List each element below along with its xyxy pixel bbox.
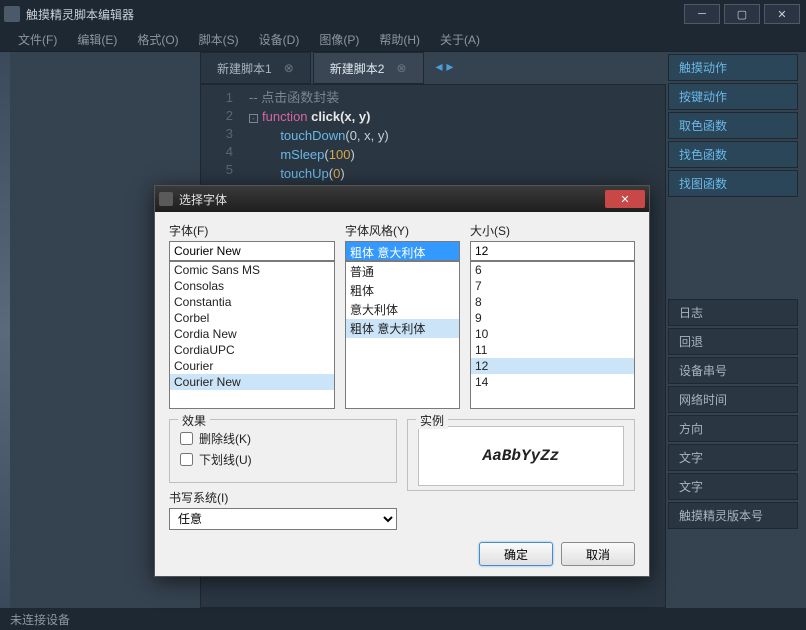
cancel-button[interactable]: 取消 [561,542,635,566]
titlebar: 触摸精灵脚本编辑器 ─ ▢ ✕ [0,0,806,28]
tab-script-2[interactable]: 新建脚本2 ⊗ [313,52,424,84]
ok-button[interactable]: 确定 [479,542,553,566]
tab-close-icon[interactable]: ⊗ [396,61,406,75]
dialog-icon [159,192,173,206]
sample-title: 实例 [416,412,448,429]
sample-preview: AaBbYyZz [418,426,624,486]
maximize-button[interactable]: ▢ [724,4,760,24]
menu-device[interactable]: 设备(D) [249,29,310,50]
minimize-button[interactable]: ─ [684,4,720,24]
tab-nav-arrows[interactable]: ◂ ▸ [426,52,464,84]
dialog-close-button[interactable]: ✕ [605,190,645,208]
side-panel: 触摸动作 按键动作 取色函数 找色函数 找图函数 日志 回退 设备串号 网络时间… [668,54,798,531]
font-option[interactable]: CordiaUPC [170,342,334,358]
font-dialog: 选择字体 ✕ 字体(F) Comic Sans MS Consolas Cons… [154,185,650,577]
size-option[interactable]: 12 [471,358,634,374]
writing-label: 书写系统(I) [169,489,397,506]
menu-help[interactable]: 帮助(H) [369,29,430,50]
size-list[interactable]: 6 7 8 9 10 11 12 14 [470,261,635,409]
side-btn-findcolor[interactable]: 找色函数 [668,141,798,168]
dialog-body: 字体(F) Comic Sans MS Consolas Constantia … [155,212,649,576]
size-label: 大小(S) [470,222,635,239]
size-option[interactable]: 10 [471,326,634,342]
app-icon [4,6,20,22]
writing-system-select[interactable]: 任意 [169,508,397,530]
font-option[interactable]: Corbel [170,310,334,326]
font-option[interactable]: Cordia New [170,326,334,342]
style-list[interactable]: 普通 粗体 意大利体 粗体 意大利体 [345,261,460,409]
side-item-nettime[interactable]: 网络时间 [668,386,798,413]
style-option[interactable]: 粗体 意大利体 [346,319,459,338]
underline-checkbox[interactable]: 下划线(U) [180,451,386,468]
font-option[interactable]: Constantia [170,294,334,310]
tab-close-icon[interactable]: ⊗ [284,61,294,75]
dialog-title: 选择字体 [179,191,227,208]
style-label: 字体风格(Y) [345,222,460,239]
font-list[interactable]: Comic Sans MS Consolas Constantia Corbel… [169,261,335,409]
sample-group: 实例 AaBbYyZz [407,419,635,491]
effects-title: 效果 [178,412,210,429]
tab-label: 新建脚本1 [217,60,272,77]
size-option[interactable]: 6 [471,262,634,278]
strikeout-checkbox[interactable]: 删除线(K) [180,430,386,447]
style-option[interactable]: 粗体 [346,281,459,300]
size-option[interactable]: 7 [471,278,634,294]
size-option[interactable]: 14 [471,374,634,390]
size-option[interactable]: 9 [471,310,634,326]
window-title: 触摸精灵脚本编辑器 [26,6,134,23]
side-btn-findimage[interactable]: 找图函数 [668,170,798,197]
menu-image[interactable]: 图像(P) [309,29,369,50]
menu-about[interactable]: 关于(A) [430,29,490,50]
dialog-titlebar: 选择字体 ✕ [155,186,649,212]
menu-edit[interactable]: 编辑(E) [67,29,127,50]
font-option[interactable]: Comic Sans MS [170,262,334,278]
menu-format[interactable]: 格式(O) [127,29,188,50]
size-option[interactable]: 8 [471,294,634,310]
tab-label: 新建脚本2 [330,60,385,77]
status-text: 未连接设备 [10,613,70,627]
menu-file[interactable]: 文件(F) [8,29,67,50]
size-input[interactable] [470,241,635,261]
left-gutter-strip [0,52,10,608]
font-option[interactable]: Courier [170,358,334,374]
tab-script-1[interactable]: 新建脚本1 ⊗ [200,52,311,84]
effects-group: 效果 删除线(K) 下划线(U) [169,419,397,483]
side-item-text2[interactable]: 文字 [668,473,798,500]
style-input[interactable]: 粗体 意大利体 [345,241,460,261]
font-option[interactable]: Consolas [170,278,334,294]
style-option[interactable]: 意大利体 [346,300,459,319]
side-item-serial[interactable]: 设备串号 [668,357,798,384]
size-option[interactable]: 11 [471,342,634,358]
side-btn-touch[interactable]: 触摸动作 [668,54,798,81]
font-input[interactable] [169,241,335,261]
font-label: 字体(F) [169,222,335,239]
fold-icon[interactable]: - [249,114,258,123]
side-btn-key[interactable]: 按键动作 [668,83,798,110]
side-item-text1[interactable]: 文字 [668,444,798,471]
underline-input[interactable] [180,453,193,466]
side-item-orient[interactable]: 方向 [668,415,798,442]
side-item-back[interactable]: 回退 [668,328,798,355]
close-button[interactable]: ✕ [764,4,800,24]
statusbar: 未连接设备 [0,608,806,630]
font-option[interactable]: Courier New [170,374,334,390]
side-item-version[interactable]: 触摸精灵版本号 [668,502,798,529]
style-option[interactable]: 普通 [346,262,459,281]
strikeout-input[interactable] [180,432,193,445]
menubar: 文件(F) 编辑(E) 格式(O) 脚本(S) 设备(D) 图像(P) 帮助(H… [0,28,806,52]
side-item-log[interactable]: 日志 [668,299,798,326]
menu-script[interactable]: 脚本(S) [189,29,249,50]
side-btn-getcolor[interactable]: 取色函数 [668,112,798,139]
